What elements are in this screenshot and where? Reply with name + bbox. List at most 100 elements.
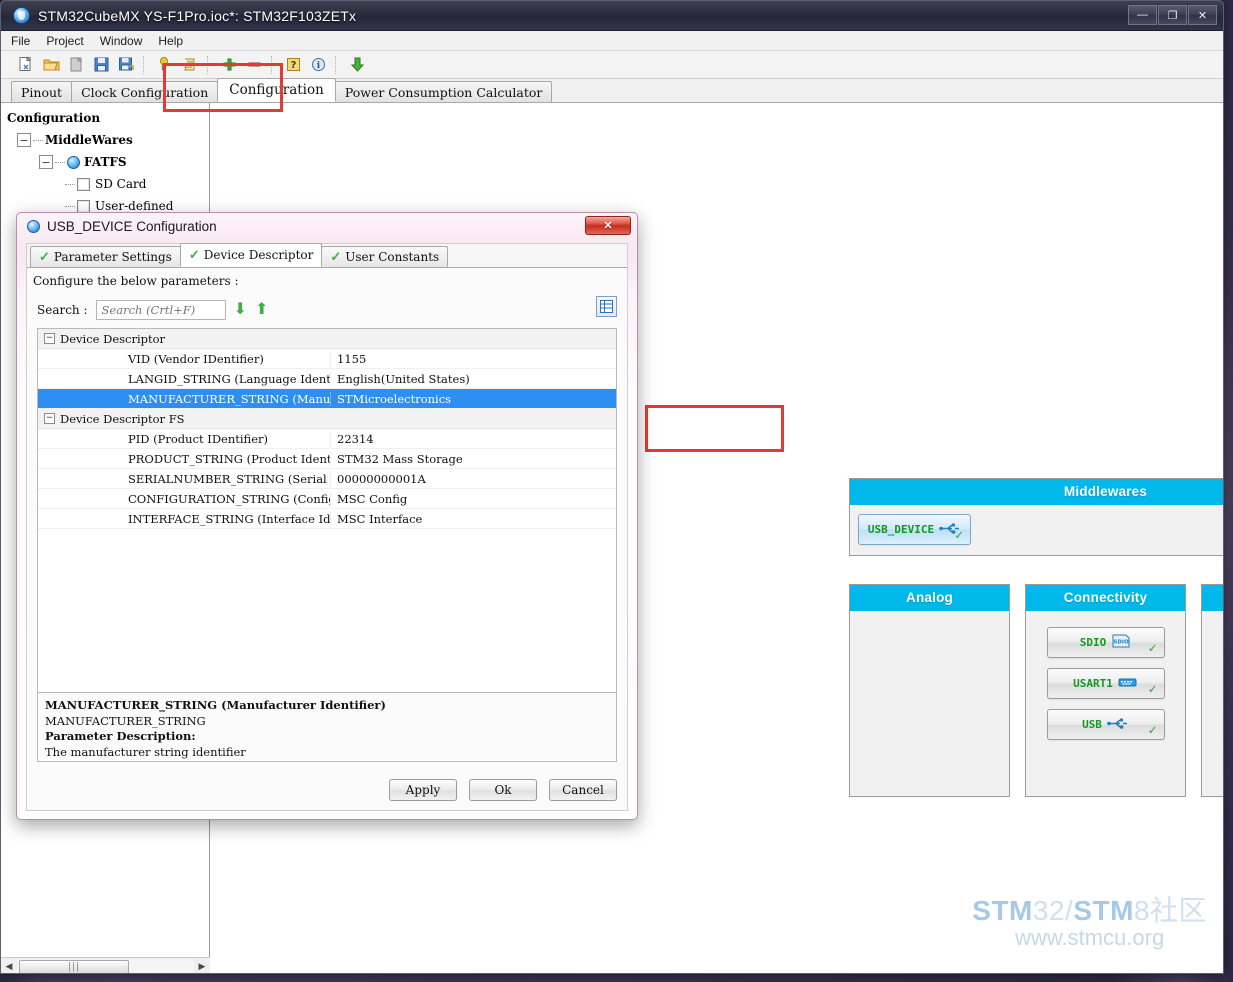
analog-panel-title: Analog (850, 585, 1009, 611)
ip-button-gpio[interactable]: GPIO ✓ (1222, 668, 1223, 699)
parameter-value[interactable]: MSC Config (330, 491, 616, 506)
tab-configuration[interactable]: Configuration (217, 78, 336, 102)
ip-button-usb[interactable]: USB ✓ (1046, 709, 1165, 740)
sidebar-item-fatfs[interactable]: − FATFS (1, 151, 209, 173)
search-input[interactable] (95, 300, 226, 320)
report-icon[interactable] (179, 54, 201, 76)
new-file-icon[interactable] (15, 54, 37, 76)
tab-power-consumption-calculator[interactable]: Power Consumption Calculator (334, 81, 553, 102)
ip-button-usart1[interactable]: USART1 ✓ (1046, 668, 1165, 699)
dialog-close-button[interactable]: ✕ (585, 216, 631, 235)
usb-device-icon (27, 220, 40, 233)
parameter-value[interactable]: STM32 Mass Storage (330, 451, 616, 466)
ip-button-usb-device[interactable]: USB_DEVICE ✓ (858, 514, 971, 545)
parameter-value[interactable]: 22314 (330, 431, 616, 446)
sidebar-item-middlewares[interactable]: − MiddleWares (1, 129, 209, 151)
parameter-name: PRODUCT_STRING (Product Identifier) (128, 451, 330, 466)
scroll-right-arrow[interactable]: ▶ (194, 959, 210, 974)
usb-device-configuration-dialog: USB_DEVICE Configuration ✕ ✓ Parameter S… (16, 212, 638, 820)
table-row[interactable]: VID (Vendor IDentifier) 1155 (38, 349, 616, 369)
tab-device-descriptor[interactable]: ✓ Device Descriptor (179, 243, 323, 267)
apply-button[interactable]: Apply (389, 779, 457, 801)
save-as-icon[interactable] (115, 54, 137, 76)
table-row[interactable]: INTERFACE_STRING (Interface Identifier) … (38, 509, 616, 529)
table-group-header[interactable]: − Device Descriptor (38, 329, 616, 349)
table-row[interactable]: LANGID_STRING (Language Identifier) Engl… (38, 369, 616, 389)
parameter-value[interactable]: MSC Interface (330, 511, 616, 526)
scroll-left-arrow[interactable]: ◀ (1, 959, 17, 974)
save-icon[interactable] (90, 54, 112, 76)
check-icon: ✓ (330, 249, 342, 265)
menu-item-project[interactable]: Project (46, 34, 83, 48)
dialog-button-row: Apply Ok Cancel (389, 779, 617, 801)
table-row[interactable]: PRODUCT_STRING (Product Identifier) STM3… (38, 449, 616, 469)
menu-item-help[interactable]: Help (158, 34, 183, 48)
tree-label: User-defined (95, 199, 174, 213)
menu-item-window[interactable]: Window (100, 34, 143, 48)
open-folder-icon[interactable] (40, 54, 62, 76)
parameter-name: MANUFACTURER_STRING (Manufacturer Identi… (128, 391, 330, 406)
dialog-tab-strip: ✓ Parameter Settings ✓ Device Descriptor… (27, 243, 627, 268)
parameter-value[interactable]: English(United States) (330, 371, 616, 386)
sd-card-checkbox[interactable] (77, 177, 90, 191)
ip-button-label: USB_DEVICE (867, 523, 935, 536)
scroll-track[interactable]: ||| (17, 958, 194, 973)
grid-view-icon[interactable] (596, 296, 617, 317)
user-defined-checkbox[interactable] (77, 199, 90, 213)
tree-label: SD Card (95, 177, 147, 191)
tab-clock-configuration[interactable]: Clock Configuration (71, 81, 219, 102)
parameter-value[interactable]: 1155 (330, 351, 616, 366)
scroll-thumb[interactable]: ||| (19, 959, 129, 973)
tree-root-label: Configuration (7, 111, 101, 125)
expander-icon[interactable]: − (17, 133, 31, 147)
tree-horizontal-scrollbar[interactable]: ◀ ||| ▶ (1, 957, 210, 974)
menu-item-file[interactable]: File (11, 34, 30, 48)
ip-button-nvic[interactable]: NVIC ✓ (1222, 709, 1223, 740)
tab-user-constants[interactable]: ✓ User Constants (321, 246, 449, 267)
table-row[interactable]: PID (Product IDentifier) 22314 (38, 429, 616, 449)
usb-icon (1107, 717, 1129, 733)
expander-icon[interactable]: − (44, 333, 55, 344)
parameter-value[interactable]: 00000000001A (330, 471, 616, 486)
table-row[interactable]: CONFIGURATION_STRING (Configuration Iden… (38, 489, 616, 509)
table-row-selected[interactable]: MANUFACTURER_STRING (Manufacturer Identi… (38, 389, 616, 409)
add-icon[interactable] (218, 54, 240, 76)
remove-icon[interactable] (243, 54, 265, 76)
search-previous-icon[interactable]: ⬆ (255, 302, 268, 318)
configure-parameters-label: Configure the below parameters : (33, 274, 239, 288)
search-next-icon[interactable]: ⬇ (234, 302, 247, 318)
connectivity-panel-body: SDIO SDIO ✓ USART1 ✓ USB ✓ (1026, 611, 1185, 796)
maximize-button[interactable]: ❐ (1158, 5, 1187, 25)
copy-icon[interactable] (65, 54, 87, 76)
tab-pinout[interactable]: Pinout (11, 81, 73, 102)
about-icon[interactable]: i (307, 54, 329, 76)
expander-icon[interactable]: − (44, 413, 55, 424)
tab-label: Device Descriptor (203, 248, 314, 262)
tree-label: FATFS (84, 155, 127, 169)
ip-button-dma[interactable]: DMA ✓ (1222, 627, 1223, 658)
sidebar-item-sd-card[interactable]: SD Card (1, 173, 209, 195)
cancel-button[interactable]: Cancel (549, 779, 617, 801)
tab-parameter-settings[interactable]: ✓ Parameter Settings (30, 246, 181, 267)
toolbar-separator (207, 55, 212, 74)
group-label: Device Descriptor FS (60, 411, 185, 426)
minimize-button[interactable]: — (1128, 5, 1157, 25)
close-button[interactable]: ✕ (1188, 5, 1217, 25)
ip-button-rcc[interactable]: RCC ✓ (1222, 750, 1223, 781)
tab-label: Parameter Settings (53, 250, 172, 264)
category-panels-row: Analog Connectivity SDIO SDIO ✓ USART1 ✓… (849, 584, 1223, 797)
ok-button[interactable]: Ok (469, 779, 537, 801)
tree-connector (65, 183, 75, 185)
parameter-name: LANGID_STRING (Language Identifier) (128, 371, 330, 386)
ip-button-sdio[interactable]: SDIO SDIO ✓ (1046, 627, 1165, 658)
check-icon: ✓ (1148, 682, 1157, 697)
pinout-icon[interactable] (154, 54, 176, 76)
table-group-header[interactable]: − Device Descriptor FS (38, 409, 616, 429)
expander-icon[interactable]: − (39, 155, 53, 169)
generate-code-icon[interactable] (346, 54, 368, 76)
search-label: Search : (37, 303, 88, 317)
help-icon[interactable]: ? (282, 54, 304, 76)
device-descriptor-table[interactable]: − Device Descriptor VID (Vendor IDentifi… (37, 328, 617, 698)
parameter-value[interactable]: STMicroelectronics (330, 391, 616, 406)
table-row[interactable]: SERIALNUMBER_STRING (Serial number) 0000… (38, 469, 616, 489)
